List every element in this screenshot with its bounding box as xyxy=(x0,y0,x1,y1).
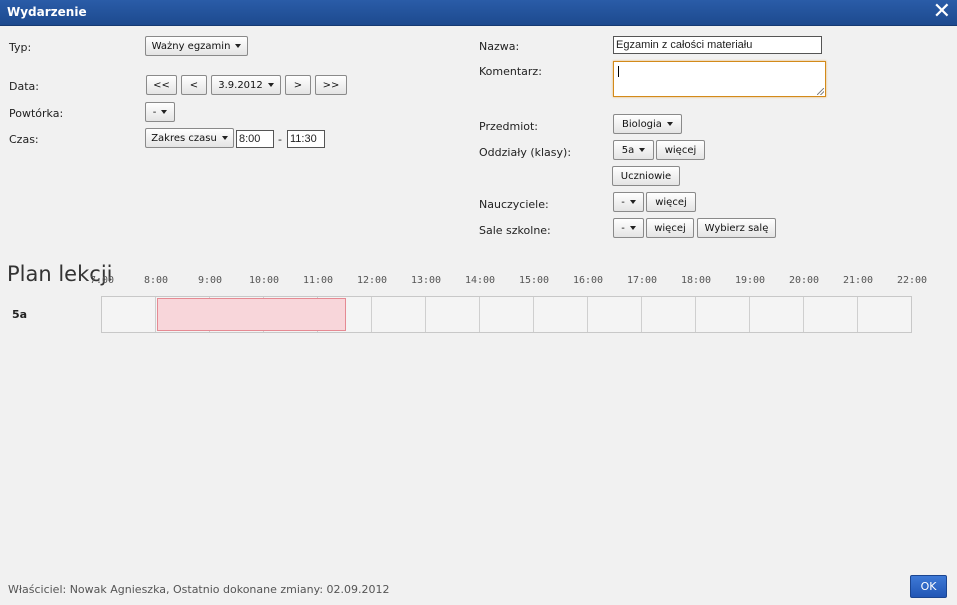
time-label: Czas: xyxy=(9,133,39,146)
hour-tick: 11:00 xyxy=(302,275,334,286)
close-icon[interactable]: ✕ xyxy=(933,0,951,24)
grid-hour-line xyxy=(857,297,858,332)
repeat-label: Powtórka: xyxy=(9,107,64,120)
grid-hour-line xyxy=(803,297,804,332)
date-first-button[interactable]: << xyxy=(146,75,177,95)
grid-hour-line xyxy=(155,297,156,332)
dialog-title: Wydarzenie xyxy=(7,5,87,19)
type-dropdown[interactable]: Ważny egzamin xyxy=(145,36,248,56)
hour-tick: 16:00 xyxy=(572,275,604,286)
footer-info: Właściciel: Nowak Agnieszka, Ostatnio do… xyxy=(8,583,390,596)
hour-tick: 21:00 xyxy=(842,275,874,286)
grid-hour-line xyxy=(641,297,642,332)
time-separator: - xyxy=(278,133,282,146)
students-button[interactable]: Uczniowie xyxy=(612,166,680,186)
chevron-down-icon xyxy=(267,83,274,87)
repeat-value: - xyxy=(152,106,157,118)
chevron-down-icon xyxy=(629,200,636,204)
subject-dropdown[interactable]: Biologia xyxy=(613,114,682,134)
hour-tick: 14:00 xyxy=(464,275,496,286)
text-cursor xyxy=(618,66,619,77)
hour-tick: 18:00 xyxy=(680,275,712,286)
chevron-down-icon xyxy=(639,148,646,152)
date-last-button[interactable]: >> xyxy=(315,75,347,95)
date-value: 3.9.2012 xyxy=(218,79,263,91)
classes-label: Oddziały (klasy): xyxy=(479,146,572,159)
type-value: Ważny egzamin xyxy=(151,40,231,52)
name-label: Nazwa: xyxy=(479,40,520,53)
grid-hour-line xyxy=(695,297,696,332)
subject-label: Przedmiot: xyxy=(479,120,539,133)
rooms-value: - xyxy=(621,222,625,234)
chevron-down-icon xyxy=(666,122,673,126)
classes-dropdown[interactable]: 5a xyxy=(613,140,654,160)
date-picker-button[interactable]: 3.9.2012 xyxy=(211,75,281,95)
resize-grip-icon[interactable] xyxy=(817,88,824,95)
grid-hour-line xyxy=(749,297,750,332)
time-mode-value: Zakres czasu xyxy=(151,132,217,144)
time-to-input[interactable]: 11:30 xyxy=(287,130,325,148)
dialog-titlebar: Wydarzenie ✕ xyxy=(0,0,957,26)
hour-tick: 13:00 xyxy=(410,275,442,286)
hour-tick: 17:00 xyxy=(626,275,658,286)
classes-value: 5a xyxy=(621,144,635,156)
hour-tick: 15:00 xyxy=(518,275,550,286)
teachers-value: - xyxy=(621,196,625,208)
timetable-grid xyxy=(101,296,912,333)
hour-tick: 12:00 xyxy=(356,275,388,286)
date-prev-button[interactable]: < xyxy=(181,75,207,95)
choose-room-button[interactable]: Wybierz salę xyxy=(697,218,776,238)
type-label: Typ: xyxy=(9,41,32,54)
name-input[interactable]: Egzamin z całości materiału xyxy=(613,36,822,54)
event-block[interactable] xyxy=(157,298,346,331)
hour-tick: 20:00 xyxy=(788,275,820,286)
rooms-more-button[interactable]: więcej xyxy=(646,218,694,238)
hour-tick: 8:00 xyxy=(143,275,169,286)
rooms-dropdown[interactable]: - xyxy=(613,218,644,238)
grid-hour-line xyxy=(533,297,534,332)
time-mode-dropdown[interactable]: Zakres czasu xyxy=(145,128,234,148)
grid-hour-line xyxy=(425,297,426,332)
hour-tick: 9:00 xyxy=(197,275,223,286)
grid-hour-line xyxy=(587,297,588,332)
hour-tick: 19:00 xyxy=(734,275,766,286)
teachers-more-button[interactable]: więcej xyxy=(646,192,696,212)
classes-more-button[interactable]: więcej xyxy=(656,140,705,160)
teachers-dropdown[interactable]: - xyxy=(613,192,644,212)
grid-hour-line xyxy=(479,297,480,332)
comment-label: Komentarz: xyxy=(479,65,542,78)
rooms-label: Sale szkolne: xyxy=(479,224,551,237)
comment-textarea[interactable] xyxy=(613,61,826,97)
row-label: 5a xyxy=(12,308,28,321)
time-from-input[interactable]: 8:00 xyxy=(236,130,274,148)
hour-tick: 22:00 xyxy=(896,275,928,286)
hour-tick: 10:00 xyxy=(248,275,280,286)
grid-hour-line xyxy=(371,297,372,332)
chevron-down-icon xyxy=(161,110,168,114)
subject-value: Biologia xyxy=(622,118,662,130)
hour-tick: 7:00 xyxy=(89,275,115,286)
teachers-label: Nauczyciele: xyxy=(479,198,549,211)
chevron-down-icon xyxy=(629,226,636,230)
chevron-down-icon xyxy=(221,136,228,140)
chevron-down-icon xyxy=(235,44,242,48)
ok-button[interactable]: OK xyxy=(910,575,947,598)
date-label: Data: xyxy=(9,80,39,93)
repeat-dropdown[interactable]: - xyxy=(145,102,175,122)
date-next-button[interactable]: > xyxy=(285,75,311,95)
